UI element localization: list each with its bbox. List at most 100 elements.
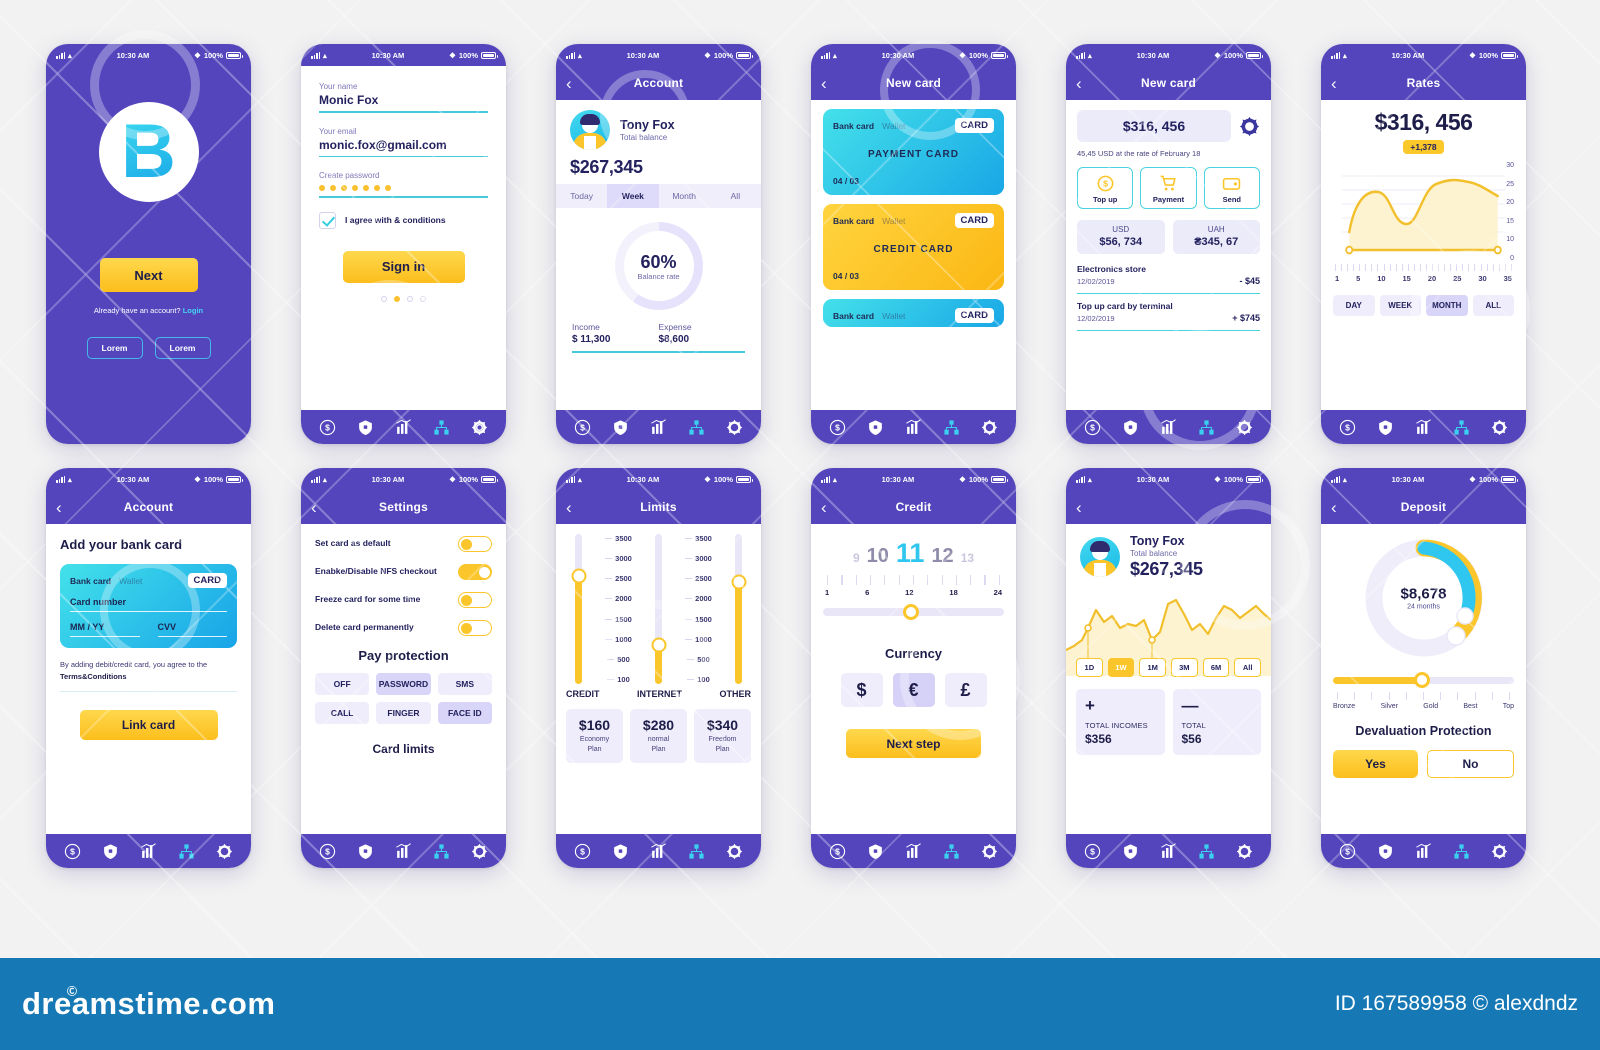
dollar-icon[interactable]: $ xyxy=(319,843,336,860)
chip-off[interactable]: OFF xyxy=(315,673,370,695)
bar-chart-icon[interactable] xyxy=(1160,418,1177,436)
period-all[interactable]: ALL xyxy=(1472,295,1514,316)
next-button[interactable]: Next xyxy=(99,258,198,292)
shield-lock-icon[interactable] xyxy=(612,843,629,860)
gear-icon[interactable] xyxy=(1491,419,1508,436)
bar-chart-icon[interactable] xyxy=(395,842,412,860)
login-link[interactable]: Login xyxy=(183,306,203,315)
org-chart-icon[interactable] xyxy=(1198,419,1215,436)
pager-dot[interactable] xyxy=(381,295,387,302)
chip-password[interactable]: PASSWORD xyxy=(376,673,431,695)
chip-sms[interactable]: SMS xyxy=(437,673,492,695)
chip-finger[interactable]: FINGER xyxy=(376,702,431,724)
term-number-selected[interactable]: 11 xyxy=(896,538,925,569)
shield-lock-icon[interactable] xyxy=(1377,843,1394,860)
term-number[interactable]: 13 xyxy=(961,551,974,565)
bank-card-third[interactable]: Bank card Wallet CARD xyxy=(823,299,1004,327)
period-day[interactable]: DAY xyxy=(1333,295,1375,316)
tier-slider[interactable] xyxy=(1333,672,1514,688)
lorem-button-2[interactable]: Lorem xyxy=(154,337,211,359)
shield-lock-icon[interactable] xyxy=(357,419,374,436)
org-chart-icon[interactable] xyxy=(1453,843,1470,860)
shield-lock-icon[interactable] xyxy=(867,843,884,860)
password-field[interactable]: Create password xyxy=(319,171,488,198)
name-field[interactable]: Your name Monic Fox xyxy=(319,82,488,113)
range-3m[interactable]: 3M xyxy=(1171,658,1198,677)
link-card-button[interactable]: Link card xyxy=(79,710,218,741)
term-number[interactable]: 9 xyxy=(853,551,860,565)
bar-chart-icon[interactable] xyxy=(1415,418,1432,436)
segment-today[interactable]: Today xyxy=(556,184,607,208)
terms-link[interactable]: Terms&Conditions xyxy=(60,672,127,681)
shield-lock-icon[interactable] xyxy=(1377,419,1394,436)
currency-usd[interactable]: USD $56, 734 xyxy=(1077,220,1165,254)
gear-icon[interactable] xyxy=(981,843,998,860)
slider-internet[interactable] xyxy=(646,534,671,684)
shield-lock-icon[interactable] xyxy=(1122,843,1139,860)
org-chart-icon[interactable] xyxy=(433,843,450,860)
currency-usd[interactable]: $ xyxy=(840,673,883,707)
range-1m[interactable]: 1M xyxy=(1139,658,1167,677)
shield-lock-icon[interactable] xyxy=(612,419,629,436)
bar-chart-icon[interactable] xyxy=(905,842,922,860)
bar-chart-icon[interactable] xyxy=(905,418,922,436)
org-chart-icon[interactable] xyxy=(688,419,705,436)
action-payment[interactable]: Payment xyxy=(1140,167,1197,209)
tier-slider-knob[interactable] xyxy=(1414,672,1431,688)
slider-credit[interactable] xyxy=(566,534,591,684)
card-limits-link[interactable]: Card limits xyxy=(315,742,492,756)
slider-other[interactable] xyxy=(726,534,751,684)
dollar-icon[interactable]: $ xyxy=(1339,419,1356,436)
agree-checkbox[interactable] xyxy=(319,211,336,229)
back-icon[interactable]: ‹ xyxy=(1076,499,1082,516)
card-number-input[interactable] xyxy=(70,611,227,613)
plan-normal[interactable]: $280 normal Plan xyxy=(630,709,687,763)
chip-call[interactable]: CALL xyxy=(315,702,370,724)
transaction-row[interactable]: Top up card by terminal 12/02/2019 + $74… xyxy=(1077,301,1260,327)
protection-yes-button[interactable]: Yes xyxy=(1333,750,1418,778)
toggle-freeze-card[interactable] xyxy=(458,592,492,608)
gear-icon[interactable] xyxy=(1236,419,1253,436)
plan-freedom[interactable]: $340 Freedom Plan xyxy=(694,709,751,763)
dollar-icon[interactable]: $ xyxy=(1084,843,1101,860)
cvv-input[interactable] xyxy=(157,636,227,638)
bar-chart-icon[interactable] xyxy=(1415,842,1432,860)
chip-face-id[interactable]: FACE ID xyxy=(437,702,492,724)
term-number[interactable]: 10 xyxy=(867,545,889,568)
segment-month[interactable]: Month xyxy=(659,184,710,208)
period-month[interactable]: MONTH xyxy=(1426,295,1468,316)
dollar-icon[interactable]: $ xyxy=(64,843,81,860)
plan-economy[interactable]: $160 Economy Plan xyxy=(566,709,623,763)
bar-chart-icon[interactable] xyxy=(650,418,667,436)
segment-week[interactable]: Week xyxy=(607,184,659,208)
gear-icon[interactable] xyxy=(471,843,488,860)
lorem-button-1[interactable]: Lorem xyxy=(86,337,143,359)
pager-dot-active[interactable] xyxy=(394,295,400,302)
bar-chart-icon[interactable] xyxy=(650,842,667,860)
signin-button[interactable]: Sign in xyxy=(342,250,465,283)
dollar-icon[interactable]: $ xyxy=(574,419,591,436)
transaction-row[interactable]: Electronics store 12/02/2019 - $45 xyxy=(1077,264,1260,290)
gear-icon[interactable] xyxy=(216,843,233,860)
gear-icon[interactable] xyxy=(726,843,743,860)
cvv-input-group[interactable]: CVV xyxy=(157,622,227,638)
term-number[interactable]: 12 xyxy=(931,545,953,568)
org-chart-icon[interactable] xyxy=(1453,419,1470,436)
dollar-icon[interactable]: $ xyxy=(574,843,591,860)
pager-dot[interactable] xyxy=(420,295,426,302)
agree-row[interactable]: I agree with & conditions xyxy=(319,211,488,229)
currency-uah[interactable]: UAH ₴345, 67 xyxy=(1172,220,1260,254)
bank-card-credit[interactable]: Bank card Wallet CARD CREDIT CARD 04 / 0… xyxy=(823,204,1004,290)
shield-lock-icon[interactable] xyxy=(357,843,374,860)
toggle-delete-card[interactable] xyxy=(458,620,492,636)
org-chart-icon[interactable] xyxy=(688,843,705,860)
gear-icon[interactable] xyxy=(1236,843,1253,860)
shield-lock-icon[interactable] xyxy=(867,419,884,436)
org-chart-icon[interactable] xyxy=(943,419,960,436)
term-number-picker[interactable]: 9 10 11 12 13 xyxy=(823,538,1004,569)
expiry-input-group[interactable]: MM / YY xyxy=(70,622,140,638)
segment-all[interactable]: All xyxy=(710,184,761,208)
org-chart-icon[interactable] xyxy=(178,843,195,860)
dollar-icon[interactable]: $ xyxy=(829,843,846,860)
currency-eur[interactable]: € xyxy=(892,673,935,707)
